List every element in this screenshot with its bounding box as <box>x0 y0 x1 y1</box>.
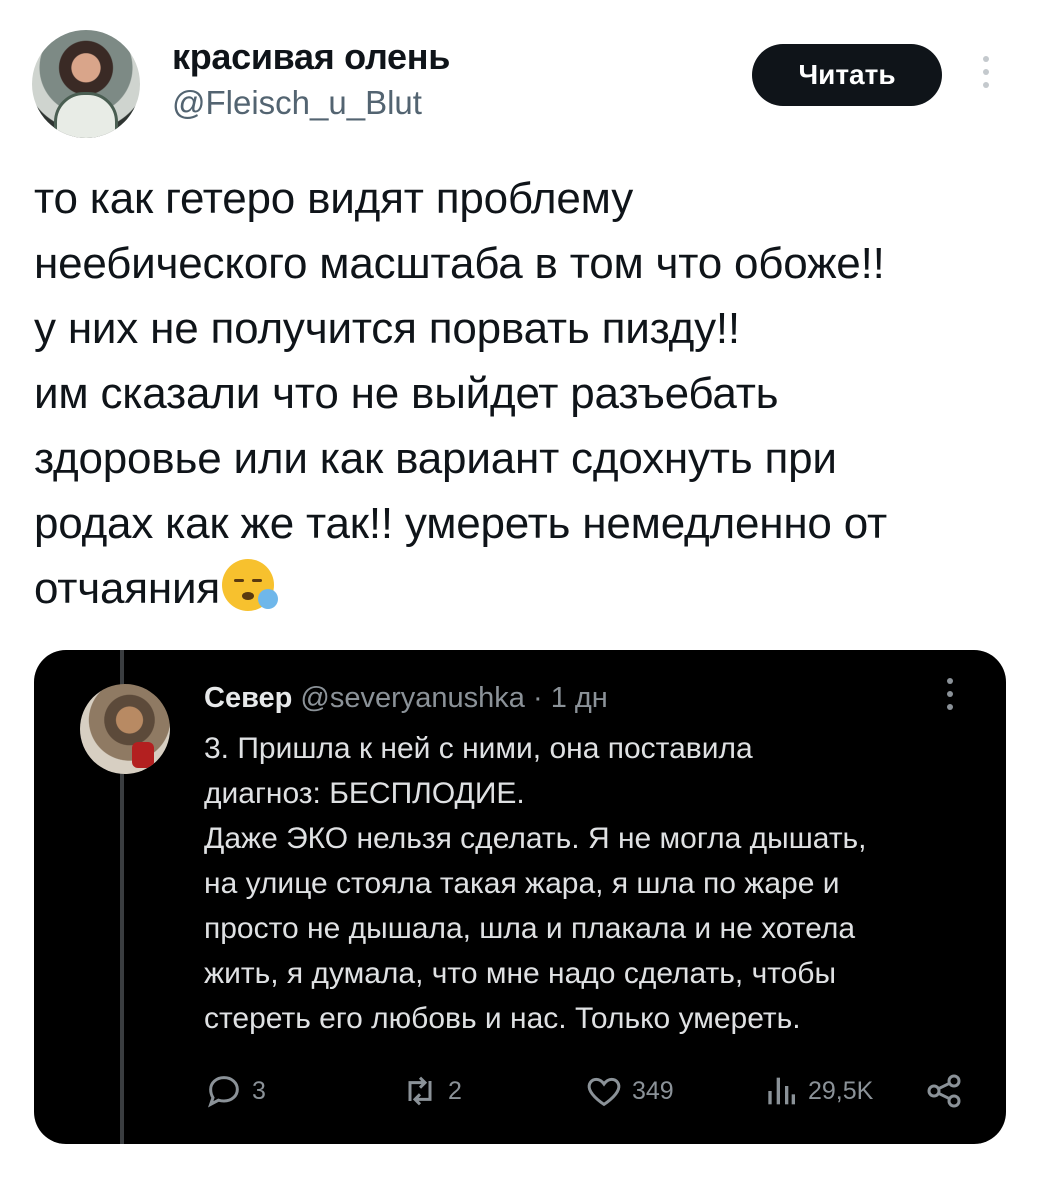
quoted-tweet-card[interactable]: Север @severyanushka · 1 дн 3. Пришла к … <box>34 650 1006 1144</box>
quoted-line: стереть его любовь и нас. Только умереть… <box>204 1002 801 1035</box>
views-count: 29,5K <box>808 1076 874 1105</box>
share-button[interactable] <box>924 1066 972 1116</box>
tweet-line-last: отчаяния <box>34 556 1014 621</box>
quoted-line: Даже ЭКО нельзя сделать. Я не могла дыша… <box>204 822 867 855</box>
tweet-line: им сказали что не выйдет разъебать <box>34 369 779 418</box>
like-count: 349 <box>632 1076 674 1105</box>
more-options-icon[interactable] <box>974 56 998 96</box>
author-display-name[interactable]: красивая олень <box>172 36 450 78</box>
follow-button[interactable]: Читать <box>752 44 942 106</box>
tweet-text: то как гетеро видят проблему неебическог… <box>34 166 1014 621</box>
quoted-line: просто не дышала, шла и плакала и не хот… <box>204 912 856 945</box>
author-handle[interactable]: @Fleisch_u_Blut <box>172 84 422 122</box>
quoted-line: на улице стояла такая жара, я шла по жар… <box>204 867 840 900</box>
retweet-icon <box>408 1076 432 1106</box>
share-icon <box>927 1074 961 1108</box>
action-bar: 3 2 349 29,5K <box>204 1066 964 1116</box>
tweet-line: здоровье или как вариант сдохнуть при <box>34 434 837 483</box>
reply-button[interactable]: 3 <box>204 1066 266 1116</box>
tweet-line: у них не получится порвать пизду!! <box>34 304 740 353</box>
quoted-more-icon[interactable] <box>944 678 956 718</box>
retweet-count: 2 <box>448 1076 462 1105</box>
retweet-button[interactable]: 2 <box>400 1066 462 1116</box>
reply-icon <box>207 1076 239 1108</box>
quoted-line: 3. Пришла к ней с ними, она поставила <box>204 732 753 765</box>
reply-count: 3 <box>252 1076 266 1105</box>
quoted-line: жить, я думала, что мне надо сделать, чт… <box>204 957 837 990</box>
quoted-tweet-text: 3. Пришла к ней с ними, она поставила ди… <box>204 726 974 1041</box>
quoted-tweet-time: · 1 дн <box>532 682 608 714</box>
quoted-line: диагноз: БЕСПЛОДИЕ. <box>204 777 525 810</box>
author-avatar[interactable] <box>32 30 140 138</box>
tweet-line: отчаяния <box>34 564 220 613</box>
quoted-author-handle[interactable]: @severyanushka <box>300 682 525 714</box>
tweet-line: неебического масштаба в том что обоже!! <box>34 239 885 288</box>
sleepy-face-emoji-icon <box>221 559 278 611</box>
quoted-author-avatar[interactable] <box>80 684 170 774</box>
tweet-line: то как гетеро видят проблему <box>34 174 634 223</box>
tweet-line: родах как же так!! умереть немедленно от <box>34 499 887 548</box>
tweet-header: красивая олень @Fleisch_u_Blut Читать <box>0 0 1038 150</box>
heart-icon <box>587 1077 621 1107</box>
quoted-author-name[interactable]: Север <box>204 682 292 714</box>
views-chart-icon <box>768 1077 795 1105</box>
quoted-tweet-header: Север @severyanushka · 1 дн <box>204 682 608 715</box>
views-button[interactable]: 29,5K <box>760 1066 873 1116</box>
like-button[interactable]: 349 <box>584 1066 674 1116</box>
